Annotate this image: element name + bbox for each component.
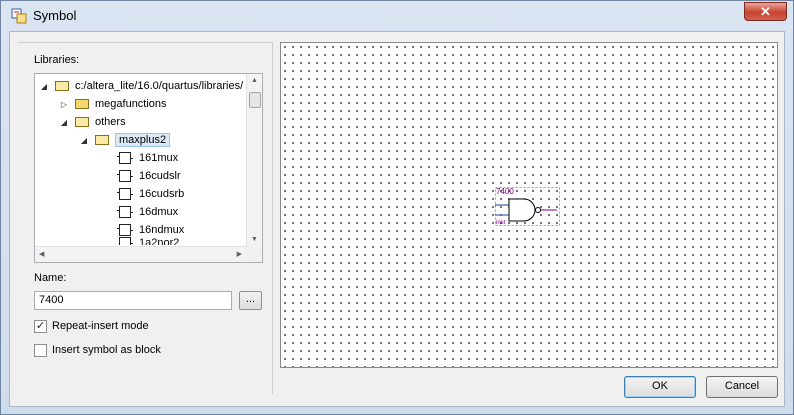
nand-bubble [535,207,541,213]
browse-button[interactable]: ... [239,291,262,310]
symbol-preview: 7400 inst [495,187,560,226]
insert-as-block-option[interactable]: Insert symbol as block [34,342,161,358]
scroll-up-icon[interactable]: ▲ [251,77,258,84]
repeat-insert-checkbox[interactable]: ✓ [34,319,47,333]
tree-item[interactable]: ◢ maxplus2 [79,131,171,149]
nand-gate-body [508,198,536,222]
tree-item[interactable]: 16cudslr [117,167,181,185]
symbol-icon [117,224,133,236]
symbol-preview-canvas: 7400 inst [280,42,778,368]
symbol-icon [117,188,133,200]
tree-item-label: 1a2nor2 [139,237,180,245]
scroll-thumb[interactable] [249,92,261,108]
expand-arrow-icon[interactable]: ▷ [59,100,69,109]
tree-item-label: 16ndmux [139,224,185,236]
tree-item[interactable]: 16cudsrb [117,185,185,203]
scroll-down-icon[interactable]: ▼ [251,236,258,243]
divider [272,42,273,394]
name-input[interactable]: 7400 [34,291,232,310]
libraries-tree[interactable]: ◢ c:/altera_lite/16.0/quartus/libraries/… [34,73,263,263]
name-label: Name: [34,272,67,284]
close-icon: ✕ [760,4,771,19]
libraries-label: Libraries: [34,54,80,66]
horizontal-scrollbar[interactable]: ◀ ▶ [35,246,246,262]
tree-item-label: 161mux [139,152,179,164]
tree-item-label: 16dmux [139,206,179,218]
folder-icon [75,99,89,109]
ok-button[interactable]: OK [624,376,696,398]
title-bar: Symbol ✕ [1,1,793,31]
insert-as-block-checkbox[interactable] [34,343,47,357]
tree-item-label: 16cudslr [139,170,181,182]
tree-item[interactable]: 161mux [117,149,179,167]
close-button[interactable]: ✕ [744,2,787,21]
tree-item-label: others [95,116,126,128]
tree-item-label: maxplus2 [115,133,171,147]
folder-open-icon [95,135,109,145]
divider [18,42,273,43]
tree-item-label: megafunctions [95,98,167,110]
tree-item[interactable]: 1a2nor2 [119,237,179,245]
tree-item[interactable]: ▷ megafunctions [59,95,167,113]
window-title: Symbol [33,8,77,23]
vertical-scrollbar[interactable]: ▲ ▼ [246,74,262,246]
repeat-insert-option[interactable]: ✓ Repeat-insert mode [34,318,149,334]
symbol-icon [119,237,133,245]
folder-open-icon [55,81,69,91]
symbol-icon [117,206,133,218]
cancel-button[interactable]: Cancel [706,376,778,398]
tree-item-label: 16cudsrb [139,188,185,200]
symbol-app-icon [11,8,27,24]
symbol-name-text: 7400 [496,187,514,196]
tree-item[interactable]: ◢ c:/altera_lite/16.0/quartus/libraries/ [39,77,243,95]
collapse-arrow-icon[interactable]: ◢ [39,82,49,91]
collapse-arrow-icon[interactable]: ◢ [59,118,69,127]
symbol-dialog: Symbol ✕ Libraries: ◢ c:/altera_lite/16.… [0,0,794,415]
symbol-icon [117,152,133,164]
tree-item-label: c:/altera_lite/16.0/quartus/libraries/ [75,80,244,92]
dialog-body: Libraries: ◢ c:/altera_lite/16.0/quartus… [9,31,785,407]
repeat-insert-label: Repeat-insert mode [52,320,149,332]
collapse-arrow-icon[interactable]: ◢ [79,136,89,145]
scroll-left-icon[interactable]: ◀ [39,250,44,258]
insert-as-block-label: Insert symbol as block [52,344,161,356]
scroll-right-icon[interactable]: ▶ [237,250,242,258]
symbol-icon [117,170,133,182]
tree-item[interactable]: 16dmux [117,203,179,221]
tree-item[interactable]: ◢ others [59,113,126,131]
scrollbar-corner [246,246,262,262]
folder-open-icon [75,117,89,127]
instance-label-text: inst [496,220,506,226]
